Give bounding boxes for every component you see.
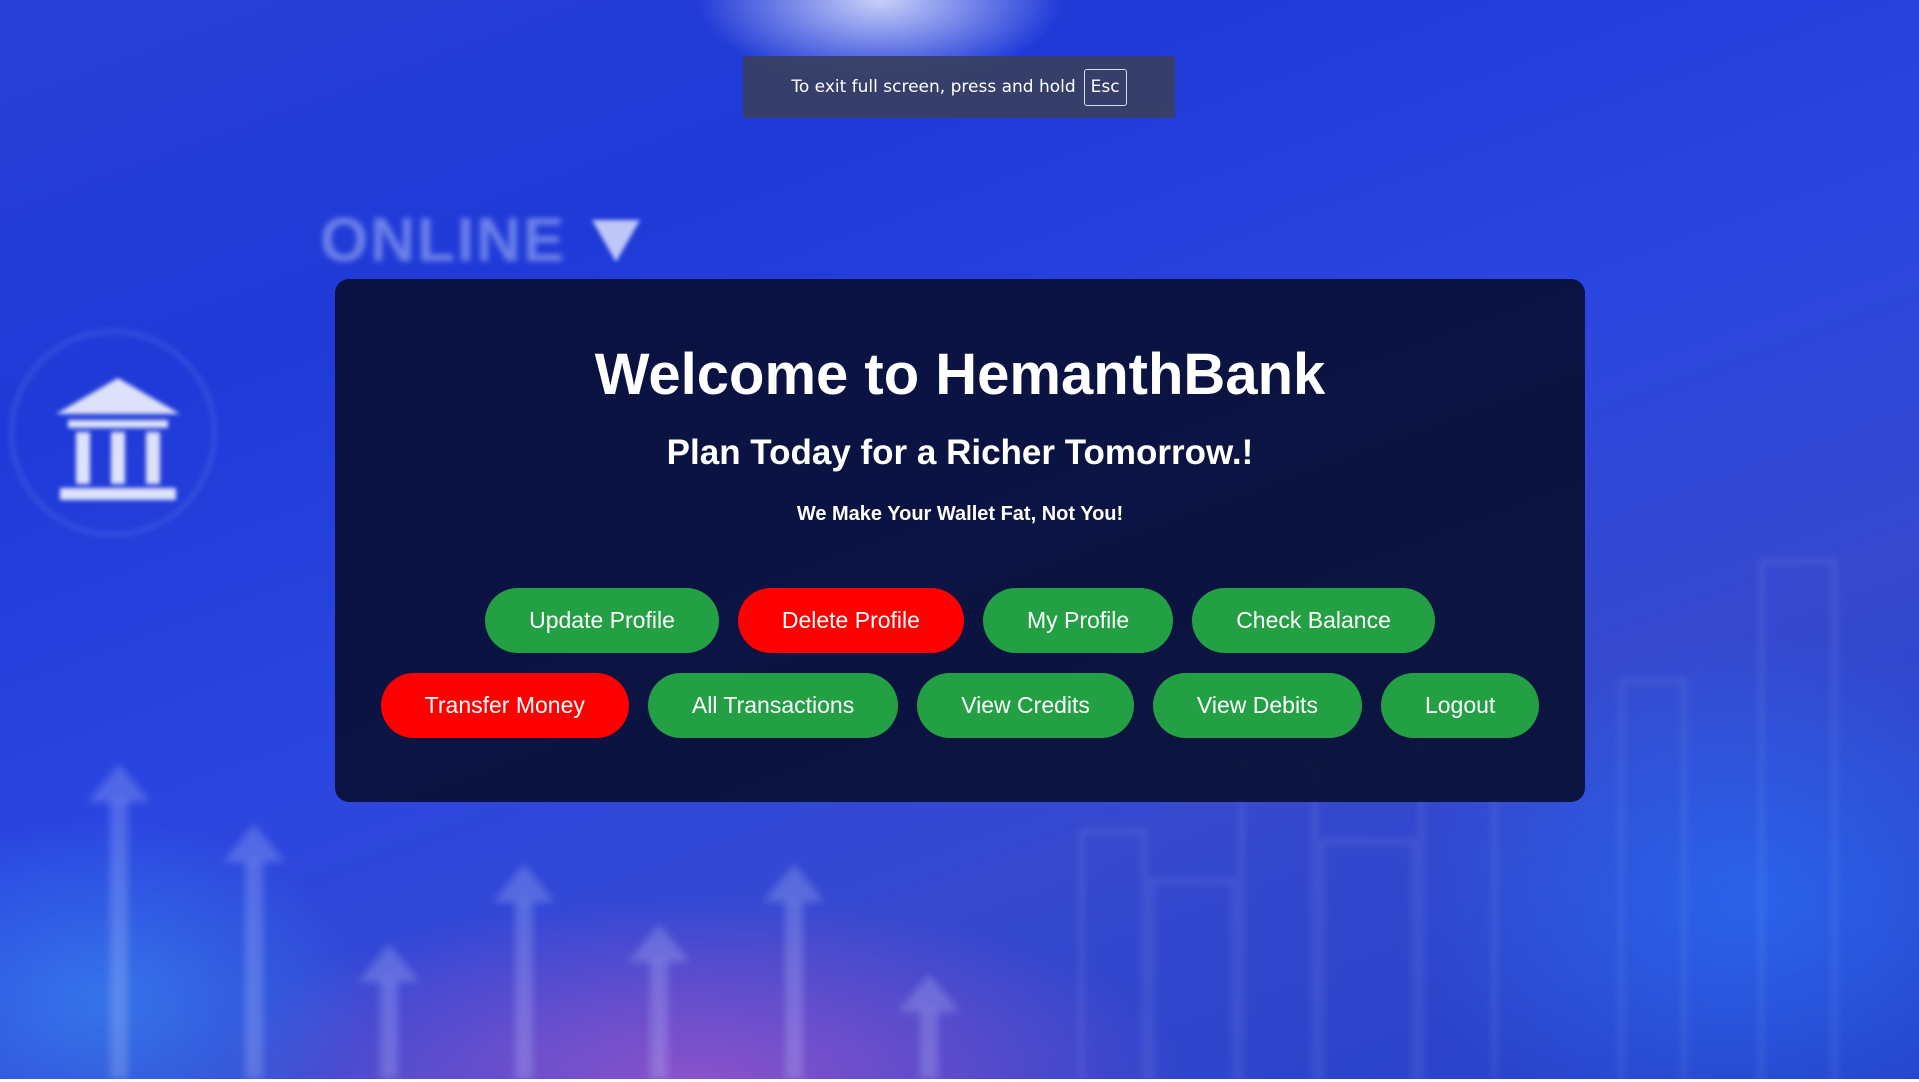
background-arrow	[88, 764, 150, 1079]
background-building	[1080, 830, 1146, 1082]
background-building	[1760, 560, 1836, 1082]
transfer-money-button[interactable]: Transfer Money	[380, 673, 629, 738]
fullscreen-notice-text: To exit full screen, press and hold	[791, 77, 1076, 97]
update-profile-button[interactable]: Update Profile	[485, 588, 719, 653]
background-building	[1150, 880, 1236, 1082]
esc-key-label: Esc	[1083, 68, 1127, 106]
welcome-panel: Welcome to HemanthBank Plan Today for a …	[335, 279, 1585, 802]
background-building	[1240, 760, 1316, 1082]
all-transactions-button[interactable]: All Transactions	[647, 673, 899, 738]
background-building	[1320, 840, 1416, 1082]
logout-button[interactable]: Logout	[1380, 673, 1540, 738]
my-profile-button[interactable]: My Profile	[982, 588, 1174, 653]
background-building	[1620, 680, 1686, 1082]
background-arrow	[223, 824, 285, 1079]
view-credits-button[interactable]: View Credits	[917, 673, 1134, 738]
fullscreen-notice: To exit full screen, press and hold Esc	[743, 56, 1175, 118]
button-row-1: Update Profile Delete Profile My Profile…	[335, 588, 1585, 653]
check-balance-button[interactable]: Check Balance	[1192, 588, 1435, 653]
page-title: Welcome to HemanthBank	[594, 342, 1326, 407]
background-arrow	[358, 944, 420, 1079]
page-subtitle: Plan Today for a Richer Tomorrow.!	[666, 433, 1254, 472]
tagline: We Make Your Wallet Fat, Not You!	[796, 503, 1124, 525]
background-arrow	[628, 924, 690, 1079]
button-row-2: Transfer Money All Transactions View Cre…	[335, 673, 1585, 738]
background-arrow	[493, 864, 555, 1079]
background-arrow	[898, 974, 960, 1079]
delete-profile-button[interactable]: Delete Profile	[737, 588, 964, 653]
background-triangle-icon	[592, 220, 640, 262]
bank-icon	[56, 378, 180, 500]
background-online-text: ONLINE	[320, 206, 567, 275]
background-arrow	[763, 864, 825, 1079]
view-debits-button[interactable]: View Debits	[1152, 673, 1362, 738]
